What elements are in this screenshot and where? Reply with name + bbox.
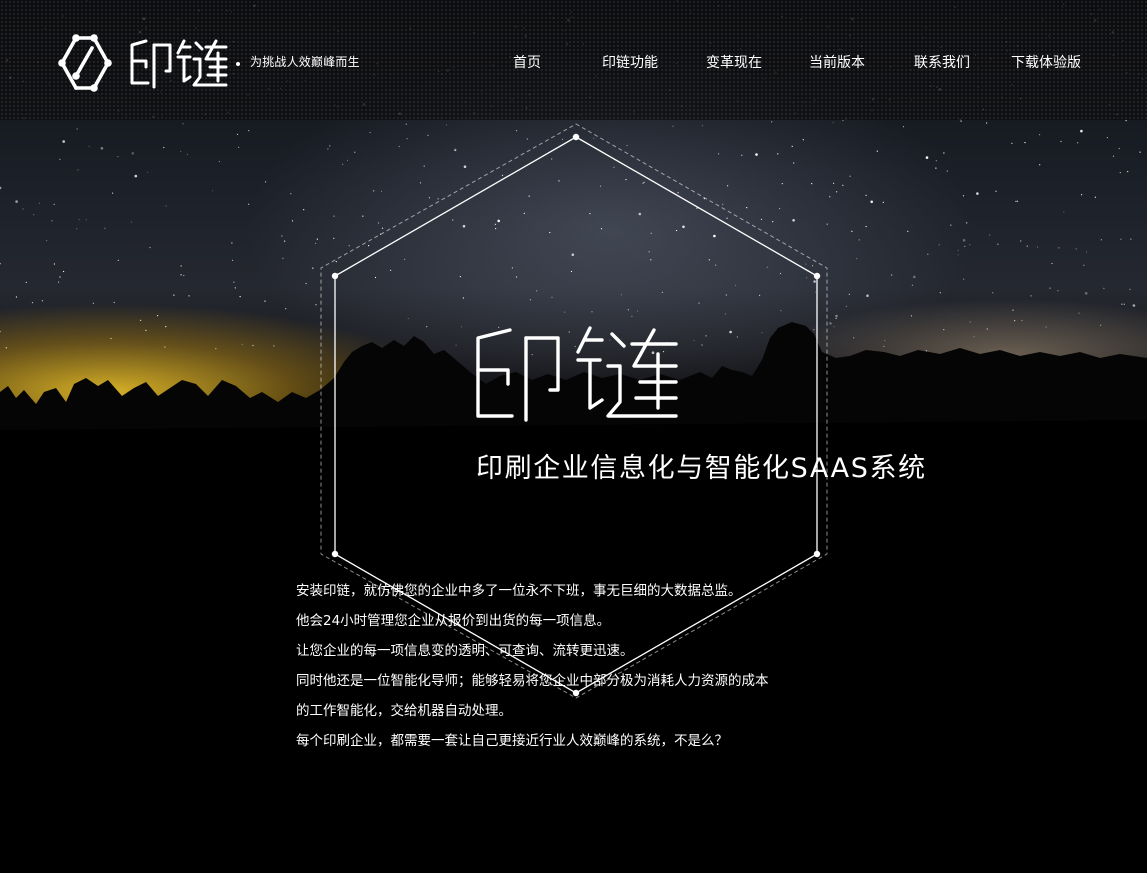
hero-title-logo xyxy=(476,326,678,422)
description-line: 每个印刷企业，都需要一套让自己更接近行业人效巅峰的系统，不是么？ xyxy=(296,733,728,749)
description-line: 的工作智能化，交给机器自动处理。 xyxy=(296,703,512,719)
description-line: 他会24小时管理您企业从报价到出货的每一项信息。 xyxy=(296,613,611,629)
description-line: 让您企业的每一项信息变的透明、可查询、流转更迅速。 xyxy=(296,643,634,659)
hero-description: 安装印链，就仿佛您的企业中多了一位永不下班，事无巨细的大数据总监。 他会24小时… xyxy=(296,576,856,756)
description-line: 同时他还是一位智能化导师；能够轻易将您企业中部分极为消耗人力资源的成本 xyxy=(296,673,769,689)
landing-page: 为挑战人效巅峰而生 首页 印链功能 变革现在 当前版本 联系我们 下载体验版 印… xyxy=(0,0,1147,873)
hero-subtitle: 印刷企业信息化与智能化SAAS系统 xyxy=(476,453,927,484)
description-line: 安装印链，就仿佛您的企业中多了一位永不下班，事无巨细的大数据总监。 xyxy=(296,583,742,599)
